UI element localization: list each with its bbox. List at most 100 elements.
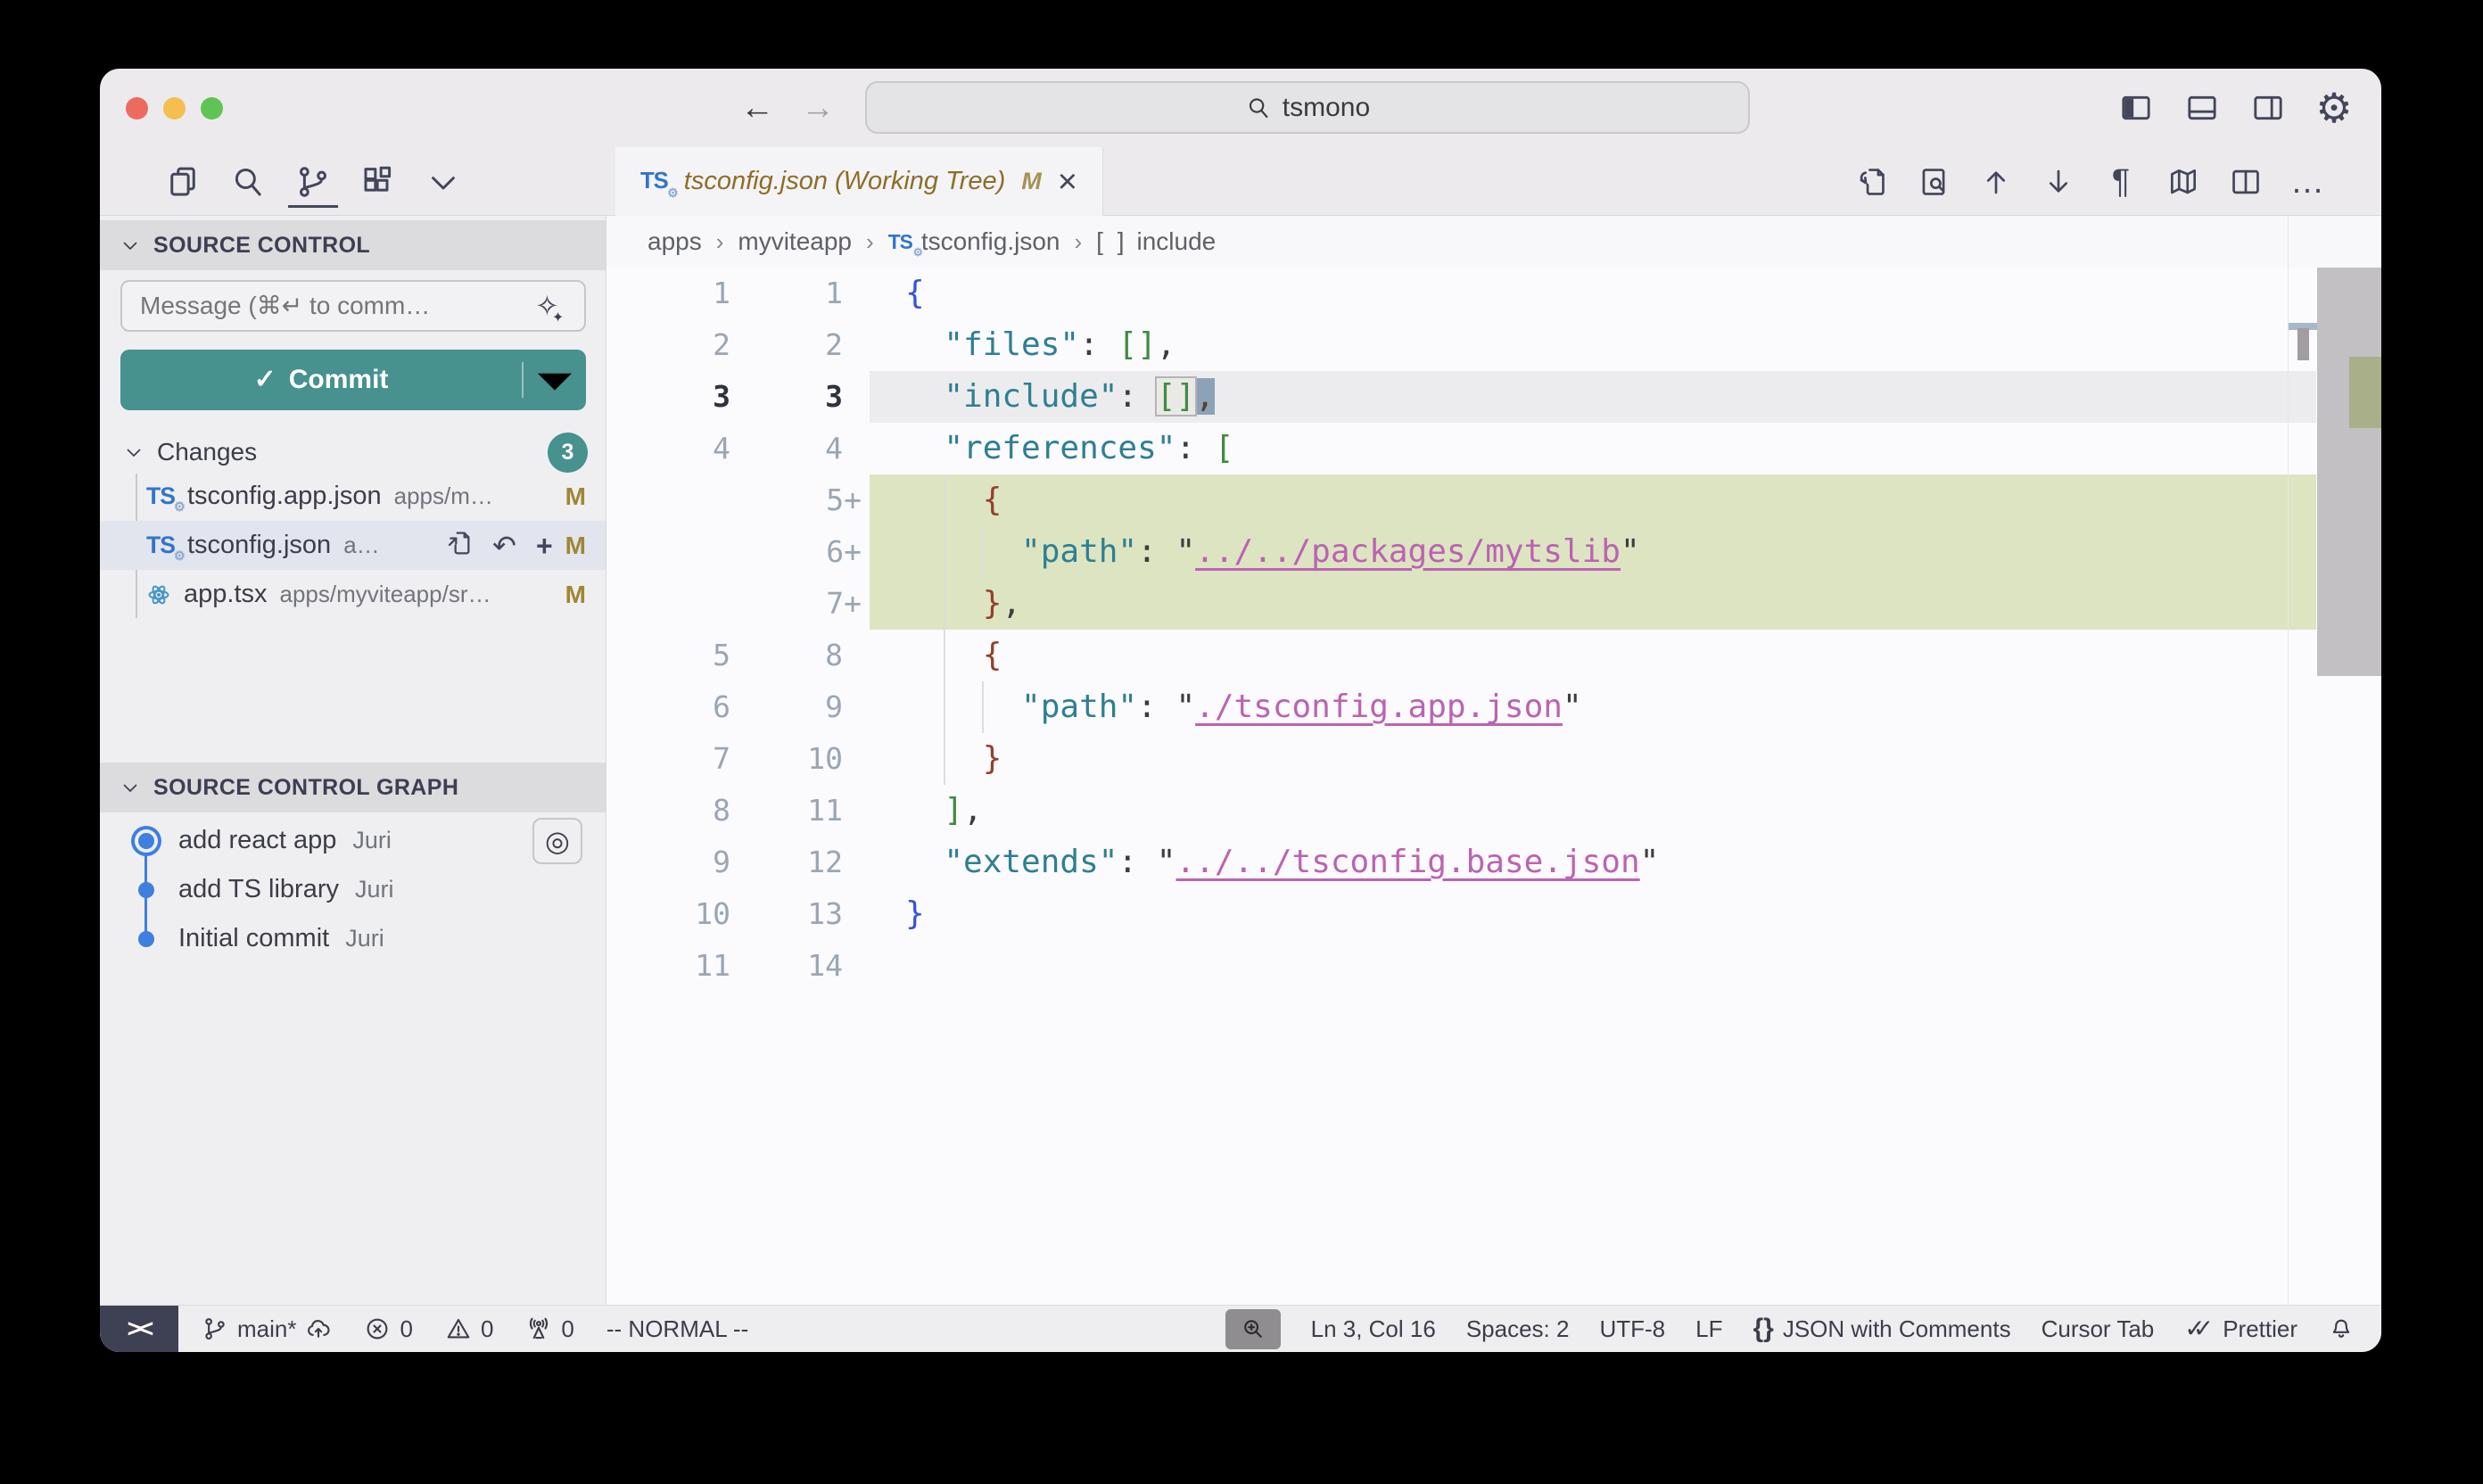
next-change-button[interactable]	[2041, 161, 2076, 203]
breadcrumb-item-tsconfig.json[interactable]: TS⚙tsconfig.json	[888, 227, 1060, 256]
code-line-14[interactable]: 1114	[606, 940, 2381, 992]
code-line-7[interactable]: 7+ },	[606, 578, 2381, 630]
code-line-1[interactable]: 11{	[606, 268, 2381, 319]
extensions-icon	[359, 163, 397, 201]
commit-dot	[138, 931, 154, 947]
commit-dropdown-chevron-icon[interactable]	[524, 349, 586, 411]
change-row-tsconfig.app.json[interactable]: TS⚙tsconfig.app.jsonapps/m…M	[100, 472, 606, 521]
toggle-primary-sidebar-button[interactable]	[2116, 87, 2157, 128]
settings-button[interactable]: ⚙	[2314, 87, 2355, 128]
status-language-mode[interactable]: {}JSON with Comments	[1753, 1315, 2010, 1343]
navigate-back-button[interactable]: ←	[740, 89, 774, 128]
activity-item-source-control[interactable]	[294, 157, 332, 207]
change-row-app.tsx[interactable]: app.tsxapps/myviteapp/sr…M	[100, 570, 606, 619]
code-line-8[interactable]: 58 {	[606, 630, 2381, 681]
status-cursor-tab[interactable]: Cursor Tab	[2042, 1315, 2155, 1343]
code-lines[interactable]: 11{22 "files": [],33 "include": [],44 "r…	[606, 268, 2381, 992]
code-line-3[interactable]: 33 "include": [],	[606, 371, 2381, 423]
commit-row-Initial-commit[interactable]: Initial commit Juri	[100, 914, 606, 963]
toggle-panel-button[interactable]	[2182, 87, 2223, 128]
minimize-window-button[interactable]	[163, 97, 186, 120]
open-changes-button[interactable]	[1853, 161, 1889, 203]
close-window-button[interactable]	[126, 97, 148, 120]
status-screencast-zoom[interactable]	[1225, 1309, 1281, 1349]
code-line-4[interactable]: 44 "references": [	[606, 423, 2381, 474]
status-eol[interactable]: LF	[1695, 1315, 1722, 1343]
changes-section-header[interactable]: Changes 3	[100, 433, 606, 472]
map-button[interactable]	[2165, 161, 2201, 203]
radio-tower-icon	[525, 1315, 552, 1342]
commit-author: Juri	[345, 925, 384, 952]
source-control-graph-section-header[interactable]: SOURCE CONTROL GRAPH	[100, 763, 606, 812]
original-line-number: 1	[606, 268, 754, 319]
commit-row-add-TS-library[interactable]: add TS libraryJuri	[100, 865, 606, 914]
path-link[interactable]: ./tsconfig.app.json	[1195, 688, 1563, 725]
split-editor-button[interactable]	[2228, 161, 2264, 203]
toggle-secondary-sidebar-button[interactable]	[2248, 87, 2289, 128]
checkout-target-button[interactable]: ◎	[532, 818, 582, 864]
code-line-2[interactable]: 22 "files": [],	[606, 319, 2381, 371]
status-vim-mode[interactable]: -- NORMAL --	[606, 1315, 748, 1343]
toggle-panel-icon	[2184, 90, 2220, 126]
status-cursor-position[interactable]: Ln 3, Col 16	[1311, 1315, 1436, 1343]
source-control-section-header[interactable]: SOURCE CONTROL	[100, 220, 606, 270]
status-label: 0	[400, 1315, 412, 1343]
status-notifications[interactable]	[2328, 1315, 2355, 1342]
code-line-11[interactable]: 811 ],	[606, 785, 2381, 837]
discard-changes-button[interactable]: ↶	[492, 532, 516, 560]
path-link[interactable]: ../../tsconfig.base.json	[1176, 844, 1639, 880]
line-content	[870, 940, 2316, 992]
status-ports[interactable]: 0	[525, 1315, 573, 1343]
open-file-button[interactable]	[444, 529, 473, 562]
code-line-10[interactable]: 710 }	[606, 733, 2381, 785]
code-line-5[interactable]: 5+ {	[606, 474, 2381, 526]
minimap-border	[2288, 216, 2289, 1305]
tab-close-icon[interactable]: ×	[1058, 165, 1077, 199]
remote-indicator[interactable]: ><	[100, 1306, 178, 1353]
status-warnings[interactable]: 0	[445, 1315, 493, 1343]
open-changes-icon	[1854, 165, 1888, 199]
next-change-icon	[2042, 165, 2075, 199]
status-bar-right: Ln 3, Col 16 Spaces: 2 UTF-8 LF {}JSON with …	[1225, 1309, 2381, 1349]
path-link[interactable]: ../../packages/mytslib	[1195, 533, 1621, 570]
more-actions-icon: …	[2290, 165, 2326, 199]
status-branch-status[interactable]: main*	[202, 1315, 332, 1343]
code-line-13[interactable]: 1013}	[606, 888, 2381, 940]
generate-commit-message-icon[interactable]: ✧✦	[535, 289, 559, 323]
code-line-6[interactable]: 6+ "path": "../../packages/mytslib"	[606, 526, 2381, 578]
status-label: JSON with Comments	[1783, 1315, 2011, 1343]
status-errors[interactable]: 0	[364, 1315, 412, 1343]
modified-badge: M	[565, 532, 586, 560]
code-line-12[interactable]: 912 "extends": "../../tsconfig.base.json…	[606, 837, 2381, 888]
tab-tsconfig-working-tree[interactable]: TS⚙ tsconfig.json (Working Tree) M ×	[615, 147, 1103, 216]
editor-scrollbar[interactable]	[2317, 268, 2381, 676]
file-path: apps/myviteapp/sr…	[280, 581, 491, 608]
activity-item-search[interactable]	[229, 157, 267, 207]
modified-line-number: 11	[754, 785, 870, 837]
modified-line-number: 14	[754, 940, 870, 992]
breadcrumb-item-include[interactable]: [ ]include	[1096, 227, 1216, 256]
stage-changes-button[interactable]: +	[536, 532, 553, 560]
activity-item-more-views[interactable]	[425, 157, 462, 207]
zoom-window-button[interactable]	[201, 97, 223, 120]
commit-row-add-react-app[interactable]: add react appJuri◎	[100, 816, 606, 865]
change-row-tsconfig.json[interactable]: TS⚙tsconfig.jsona…↶+M	[100, 521, 606, 570]
commit-button[interactable]: ✓ Commit	[120, 350, 586, 410]
status-formatter[interactable]: ✓✓Prettier	[2184, 1315, 2297, 1343]
search-editor-button[interactable]	[1916, 161, 1951, 203]
breadcrumb-item-apps[interactable]: apps	[648, 227, 702, 256]
commit-message: Initial commit	[178, 924, 329, 953]
commit-message-input[interactable]	[120, 280, 586, 332]
activity-item-extensions[interactable]	[359, 157, 397, 207]
previous-change-button[interactable]	[1978, 161, 2014, 203]
activity-item-explorer[interactable]	[164, 157, 202, 207]
code-line-9[interactable]: 69 "path": "./tsconfig.app.json"	[606, 681, 2381, 733]
status-encoding[interactable]: UTF-8	[1599, 1315, 1665, 1343]
pilcrow-button[interactable]: ¶	[2103, 161, 2139, 203]
breadcrumb-item-myviteapp[interactable]: myviteapp	[738, 227, 852, 256]
more-actions-button[interactable]: …	[2290, 161, 2326, 203]
navigate-forward-button[interactable]: →	[801, 89, 835, 128]
status-indentation[interactable]: Spaces: 2	[1466, 1315, 1570, 1343]
command-center-search-input[interactable]: tsmono	[865, 81, 1750, 134]
modified-line-number: 3	[754, 371, 870, 423]
